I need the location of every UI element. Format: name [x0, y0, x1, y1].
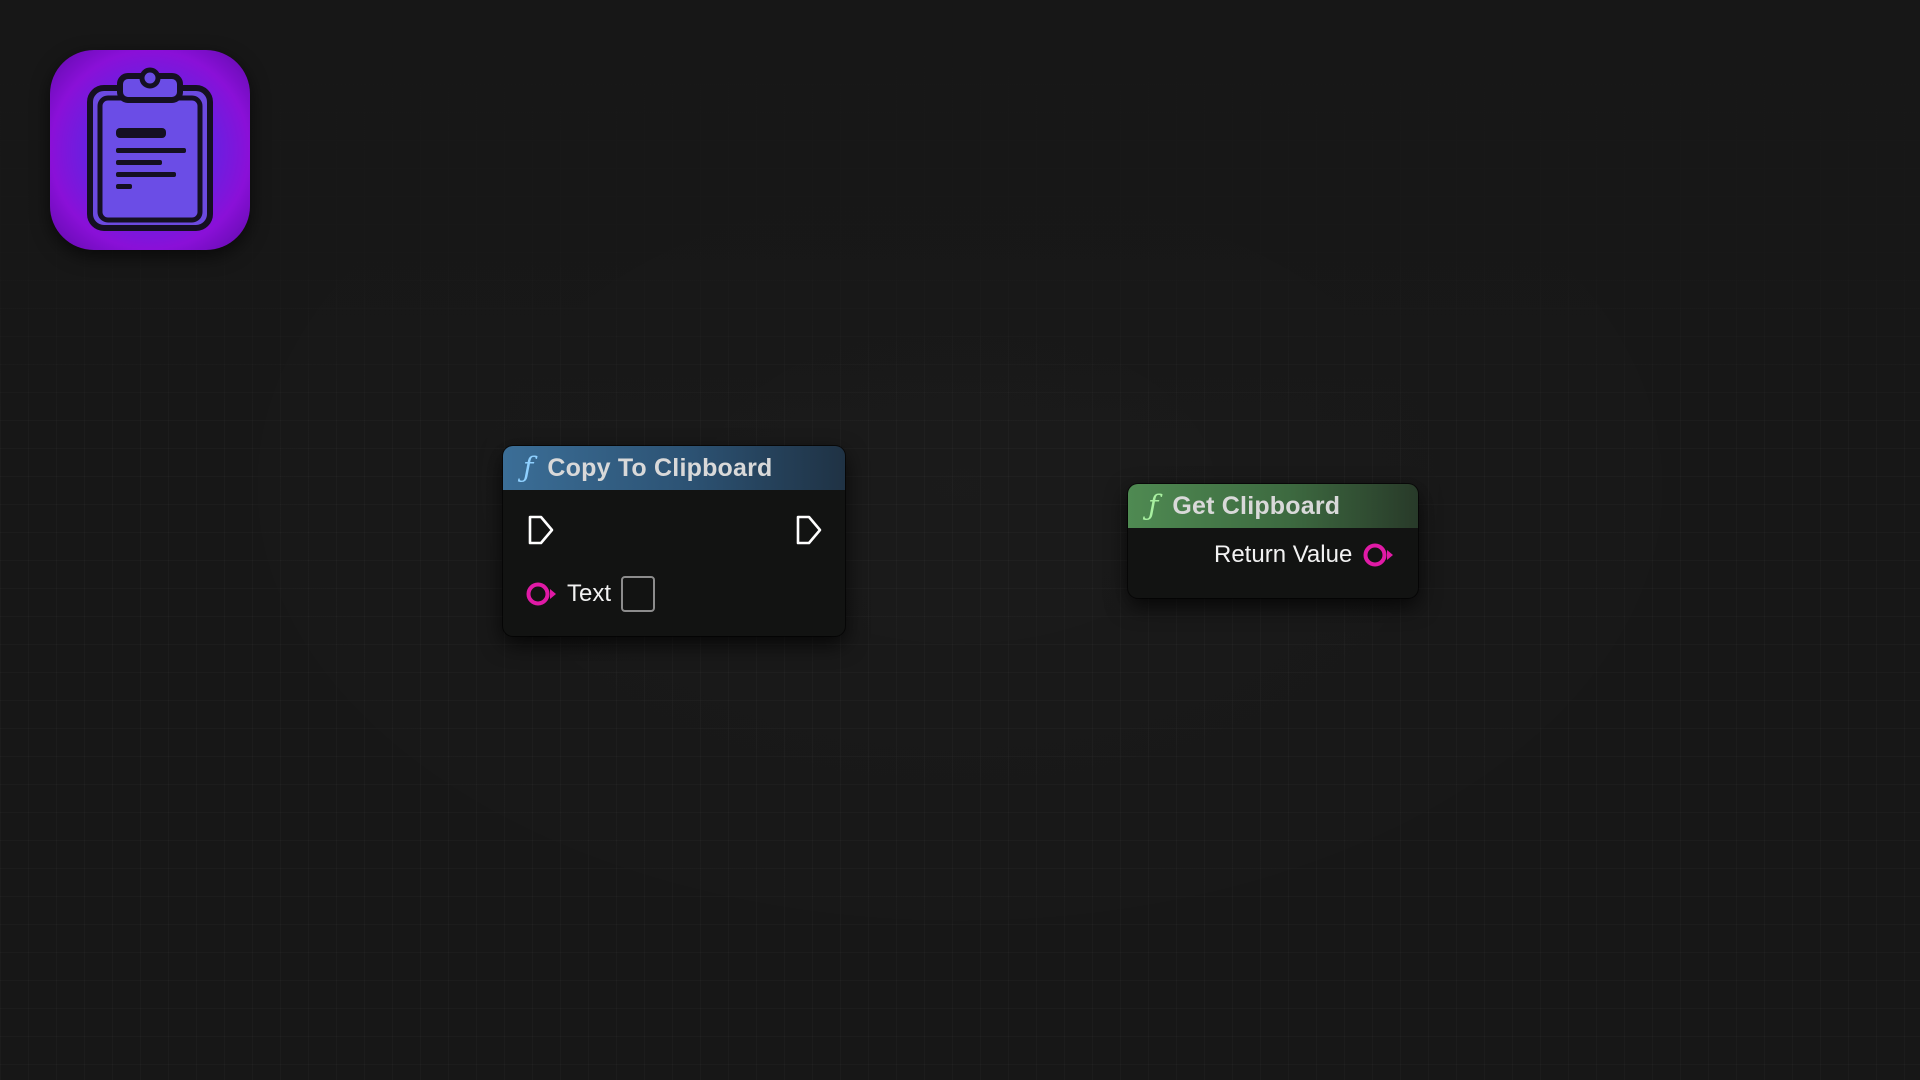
copy-node-title: Copy To Clipboard — [547, 453, 773, 482]
return-value-pin-row[interactable]: Return Value — [1214, 540, 1394, 570]
exec-input-pin[interactable] — [527, 514, 555, 546]
get-node-header[interactable]: ƒ Get Clipboard — [1128, 484, 1418, 528]
exec-pin-icon — [795, 514, 823, 546]
text-input-pin-row[interactable]: Text — [525, 576, 656, 612]
blueprint-graph-canvas[interactable]: ƒ Copy To Clipboard Text ƒ Get Clipboard… — [0, 0, 1920, 1080]
text-pin-label: Text — [567, 580, 612, 607]
clipboard-icon — [87, 67, 213, 231]
copy-node-header[interactable]: ƒ Copy To Clipboard — [503, 446, 845, 490]
copy-to-clipboard-node[interactable]: ƒ Copy To Clipboard Text — [503, 446, 845, 636]
exec-pin-icon — [527, 514, 555, 546]
string-pin-icon[interactable] — [525, 579, 557, 609]
function-icon: ƒ — [523, 451, 534, 484]
get-node-title: Get Clipboard — [1172, 491, 1341, 520]
return-value-label: Return Value — [1214, 541, 1353, 568]
exec-output-pin[interactable] — [795, 514, 823, 546]
string-pin-icon[interactable] — [1362, 540, 1394, 570]
function-icon: ƒ — [1148, 489, 1159, 522]
get-clipboard-node[interactable]: ƒ Get Clipboard Return Value — [1128, 484, 1418, 598]
clipboard-app-icon — [50, 50, 250, 250]
text-value-input[interactable] — [621, 576, 656, 612]
